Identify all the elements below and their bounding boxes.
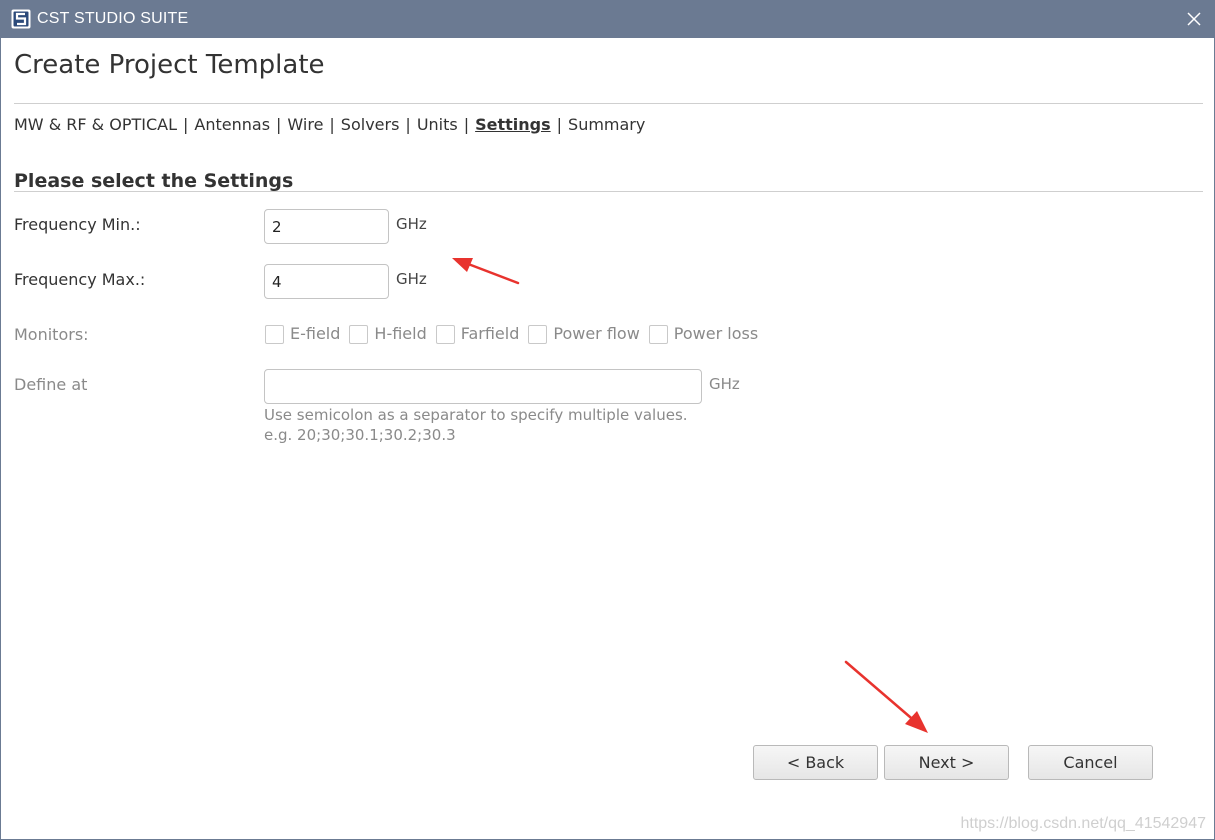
section-title: Please select the Settings — [14, 170, 294, 192]
monitor-farfield-checkbox[interactable]: Farfield — [435, 324, 520, 344]
checkbox-label: Power loss — [673, 324, 759, 343]
cst-logo-icon — [11, 9, 31, 29]
breadcrumb-separator: | — [556, 115, 563, 134]
monitor-power-loss-checkbox[interactable]: Power loss — [648, 324, 759, 344]
breadcrumb-item-units[interactable]: Units — [417, 115, 458, 134]
monitor-e-field-checkbox[interactable]: E-field — [265, 324, 340, 344]
annotation-arrow-next — [844, 660, 928, 733]
frequency-max-input[interactable] — [264, 264, 389, 299]
frequency-min-input[interactable] — [264, 209, 389, 244]
breadcrumb-separator: | — [276, 115, 282, 134]
breadcrumb-item-solvers[interactable]: Solvers — [341, 115, 400, 134]
checkbox-label: Farfield — [460, 324, 520, 343]
monitor-power-flow-checkbox[interactable]: Power flow — [528, 324, 640, 344]
breadcrumb: MW & RF & OPTICAL | Antennas | Wire | Solvers |… — [14, 115, 645, 135]
breadcrumb-separator: | — [329, 115, 335, 134]
annotation-arrow-frequency — [452, 258, 520, 285]
checkbox-box[interactable] — [528, 324, 548, 344]
define-at-example: e.g. 20;30;30.1;30.2;30.3 — [264, 426, 456, 444]
checkbox-label: E-field — [290, 324, 341, 343]
divider — [14, 103, 1203, 104]
define-at-hint: Use semicolon as a separator to specify … — [264, 406, 688, 424]
checkbox-label: H-field — [374, 324, 427, 343]
window-titlebar: CST STUDIO SUITE — [0, 0, 1215, 38]
monitors-checkbox-group: E-field H-field Farfield Power flow Powe… — [265, 323, 767, 345]
define-at-unit: GHz — [709, 375, 740, 393]
define-at-label: Define at — [14, 375, 88, 394]
cancel-button[interactable]: Cancel — [1028, 745, 1153, 780]
breadcrumb-item-mw-rf-optical[interactable]: MW & RF & OPTICAL — [14, 115, 177, 134]
breadcrumb-item-wire[interactable]: Wire — [287, 115, 323, 134]
close-icon[interactable] — [1181, 6, 1207, 32]
frequency-min-label: Frequency Min.: — [14, 215, 141, 234]
checkbox-label: Power flow — [553, 324, 640, 343]
breadcrumb-item-summary[interactable]: Summary — [568, 115, 645, 134]
breadcrumb-separator: | — [463, 115, 470, 134]
dialog-content: Create Project Template MW & RF & OPTICA… — [1, 38, 1214, 839]
monitor-h-field-checkbox[interactable]: H-field — [349, 324, 427, 344]
divider — [14, 191, 1203, 192]
checkbox-box[interactable] — [265, 324, 284, 344]
frequency-max-unit: GHz — [396, 270, 427, 288]
breadcrumb-item-settings[interactable]: Settings — [475, 115, 551, 134]
breadcrumb-item-antennas[interactable]: Antennas — [194, 115, 270, 134]
frequency-max-label: Frequency Max.: — [14, 270, 146, 289]
breadcrumb-separator: | — [405, 115, 411, 134]
checkbox-box[interactable] — [648, 324, 668, 344]
watermark: https://blog.csdn.net/qq_41542947 — [960, 815, 1206, 832]
frequency-min-unit: GHz — [396, 215, 427, 233]
define-at-input[interactable] — [264, 369, 702, 404]
window-title: CST STUDIO SUITE — [37, 10, 189, 27]
back-button[interactable]: < Back — [753, 745, 878, 780]
page-title: Create Project Template — [14, 50, 325, 80]
annotation-arrows — [452, 258, 928, 733]
breadcrumb-separator: | — [183, 115, 189, 134]
checkbox-box[interactable] — [349, 324, 369, 344]
checkbox-box[interactable] — [435, 324, 455, 344]
monitors-label: Monitors: — [14, 325, 89, 344]
next-button[interactable]: Next > — [884, 745, 1009, 780]
